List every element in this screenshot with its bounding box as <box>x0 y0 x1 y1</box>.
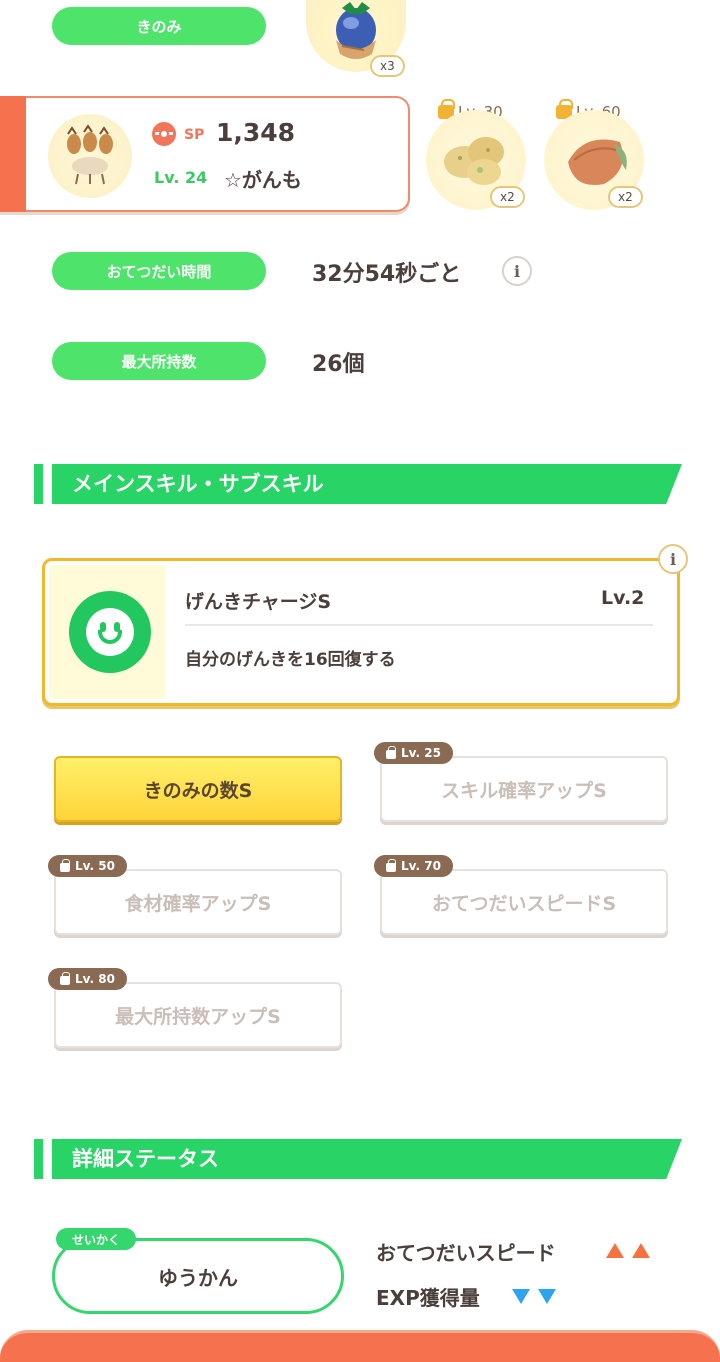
nature-value: ゆうかん <box>158 1265 238 1290</box>
sub-skill-unlock-4: Lv. 70 <box>401 859 441 873</box>
nature-tag: せいかく <box>56 1228 137 1250</box>
lock-icon <box>60 858 70 872</box>
sub-skill-unlock-tag-3: Lv. 50 <box>48 855 127 877</box>
lock-icon <box>386 745 396 759</box>
max-carry-label: 最大所持数 <box>121 352 197 371</box>
sub-skill-label-2: スキル確率アップS <box>441 779 607 802</box>
sub-skill-unlock-tag-2: Lv. 25 <box>374 742 453 764</box>
help-time-info-icon[interactable]: i <box>502 256 532 286</box>
lock-icon <box>60 971 70 985</box>
sub-skill-2[interactable]: スキル確率アップS <box>380 756 668 822</box>
sub-skill-label-1: きのみの数S <box>143 779 253 802</box>
stat-up-icon <box>606 1243 624 1258</box>
main-skill-info-icon[interactable]: i <box>658 544 688 574</box>
pokemon-portrait-icon <box>67 124 113 185</box>
berry-label-pill: きのみ <box>52 7 266 45</box>
berry-label: きのみ <box>136 17 182 36</box>
sub-skill-unlock-tag-5: Lv. 80 <box>48 968 127 990</box>
bottom-action-bar[interactable] <box>0 1330 720 1362</box>
stat-up-icon <box>632 1243 650 1258</box>
sub-skill-unlock-3: Lv. 50 <box>75 859 115 873</box>
berry-count: x3 <box>380 59 395 73</box>
pokemon-level: Lv. 24 <box>154 168 208 187</box>
card-stripe <box>0 96 26 212</box>
berry-count-tag: x3 <box>370 55 405 77</box>
sub-skill-label-5: 最大所持数アップS <box>115 1005 281 1028</box>
sub-skill-unlock-2: Lv. 25 <box>401 746 441 760</box>
nature-down-label: EXP獲得量 <box>376 1286 480 1310</box>
sub-skill-3[interactable]: 食材確率アップS <box>54 869 342 935</box>
sp-value: 1,348 <box>216 118 296 147</box>
main-skill-description: 自分のげんきを16回復する <box>185 650 396 670</box>
main-skill-icon-area <box>49 565 165 699</box>
sub-skill-unlock-tag-4: Lv. 70 <box>374 855 453 877</box>
details-section-header: 詳細ステータス <box>34 1139 682 1179</box>
main-skill-level: Lv.2 <box>601 587 645 609</box>
pokemon-nickname: ☆がんも <box>224 168 302 192</box>
smile-icon <box>69 591 151 673</box>
pokemon-card[interactable]: SP 1,348 Lv. 24 ☆がんも <box>0 96 410 212</box>
ingredient-count-tag-2: x2 <box>608 186 643 208</box>
skills-section-header: メインスキル・サブスキル <box>34 464 682 504</box>
ingredient-count-tag-1: x2 <box>490 186 525 208</box>
main-skill-card[interactable]: げんきチャージS Lv.2 自分のげんきを16回復する <box>42 558 680 706</box>
sub-skill-label-3: 食材確率アップS <box>124 892 272 915</box>
help-time-label: おてつだい時間 <box>106 262 212 281</box>
sub-skill-1[interactable]: きのみの数S <box>54 756 342 822</box>
nature-tag-label: せいかく <box>72 1232 121 1247</box>
max-carry-value: 26個 <box>312 352 365 377</box>
lock-icon <box>386 858 396 872</box>
sub-skill-4[interactable]: おてつだいスピードS <box>380 869 668 935</box>
sp-icon <box>152 122 176 146</box>
sub-skill-label-4: おてつだいスピードS <box>431 892 617 915</box>
main-skill-divider <box>185 624 653 626</box>
stat-down-icon <box>538 1289 556 1304</box>
nature-up-label: おてつだいスピード <box>376 1241 556 1265</box>
skills-section-title: メインスキル・サブスキル <box>72 472 324 496</box>
help-time-value: 32分54秒ごと <box>312 262 462 287</box>
details-section-title: 詳細ステータス <box>72 1147 219 1171</box>
max-carry-label-pill: 最大所持数 <box>52 342 266 380</box>
ingredient-count-1: x2 <box>500 190 515 204</box>
sub-skill-unlock-5: Lv. 80 <box>75 972 115 986</box>
sub-skill-5[interactable]: 最大所持数アップS <box>54 982 342 1048</box>
ingredient-count-2: x2 <box>618 190 633 204</box>
help-time-label-pill: おてつだい時間 <box>52 252 266 290</box>
sp-label: SP <box>184 127 205 143</box>
main-skill-name: げんきチャージS <box>185 591 332 613</box>
stat-down-icon <box>512 1289 530 1304</box>
pokemon-avatar <box>48 114 132 198</box>
